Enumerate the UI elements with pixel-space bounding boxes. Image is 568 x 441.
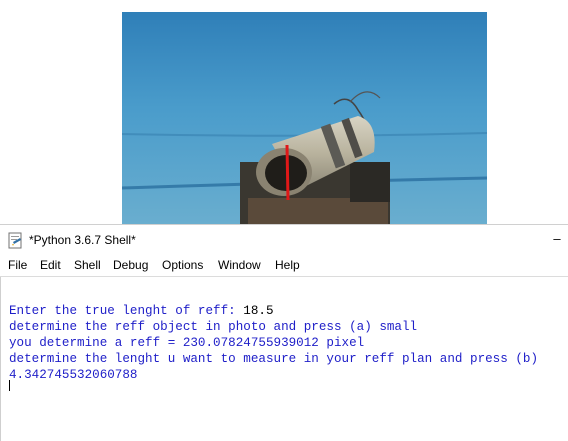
underwater-photo	[122, 12, 487, 226]
user-input-value: 18.5	[243, 304, 274, 318]
menu-debug[interactable]: Debug	[113, 258, 148, 272]
menu-help[interactable]: Help	[275, 258, 300, 272]
screen: *Python 3.6.7 Shell* – File Edit Shell D…	[0, 0, 568, 441]
shell-prompt: Enter the true lenght of reff:	[9, 304, 244, 318]
minimize-button[interactable]: –	[546, 231, 568, 249]
menu-options[interactable]: Options	[162, 258, 203, 272]
menu-window[interactable]: Window	[218, 258, 261, 272]
menu-shell[interactable]: Shell	[74, 258, 101, 272]
shell-line: determine the lenght u want to measure i…	[9, 352, 539, 366]
menu-bar: File Edit Shell Debug Options Window Hel…	[0, 255, 568, 277]
python-idle-shell-icon	[7, 232, 24, 249]
shell-line: 4.342745532060788	[9, 368, 138, 382]
pool-scene	[122, 12, 487, 226]
menu-edit[interactable]: Edit	[40, 258, 61, 272]
text-cursor	[9, 380, 10, 391]
measurement-line	[285, 144, 290, 201]
shell-output-area[interactable]: Enter the true lenght of reff: 18.5 dete…	[0, 277, 568, 441]
shell-line: you determine a reff = 230.0782475593901…	[9, 336, 365, 350]
shell-line: determine the reff object in photo and p…	[9, 320, 418, 334]
idle-shell-window: *Python 3.6.7 Shell* – File Edit Shell D…	[0, 224, 568, 441]
menu-file[interactable]: File	[8, 258, 27, 272]
title-bar: *Python 3.6.7 Shell* –	[0, 225, 568, 255]
window-title: *Python 3.6.7 Shell*	[29, 233, 136, 247]
shell-line: Enter the true lenght of reff: 18.5	[9, 303, 274, 319]
